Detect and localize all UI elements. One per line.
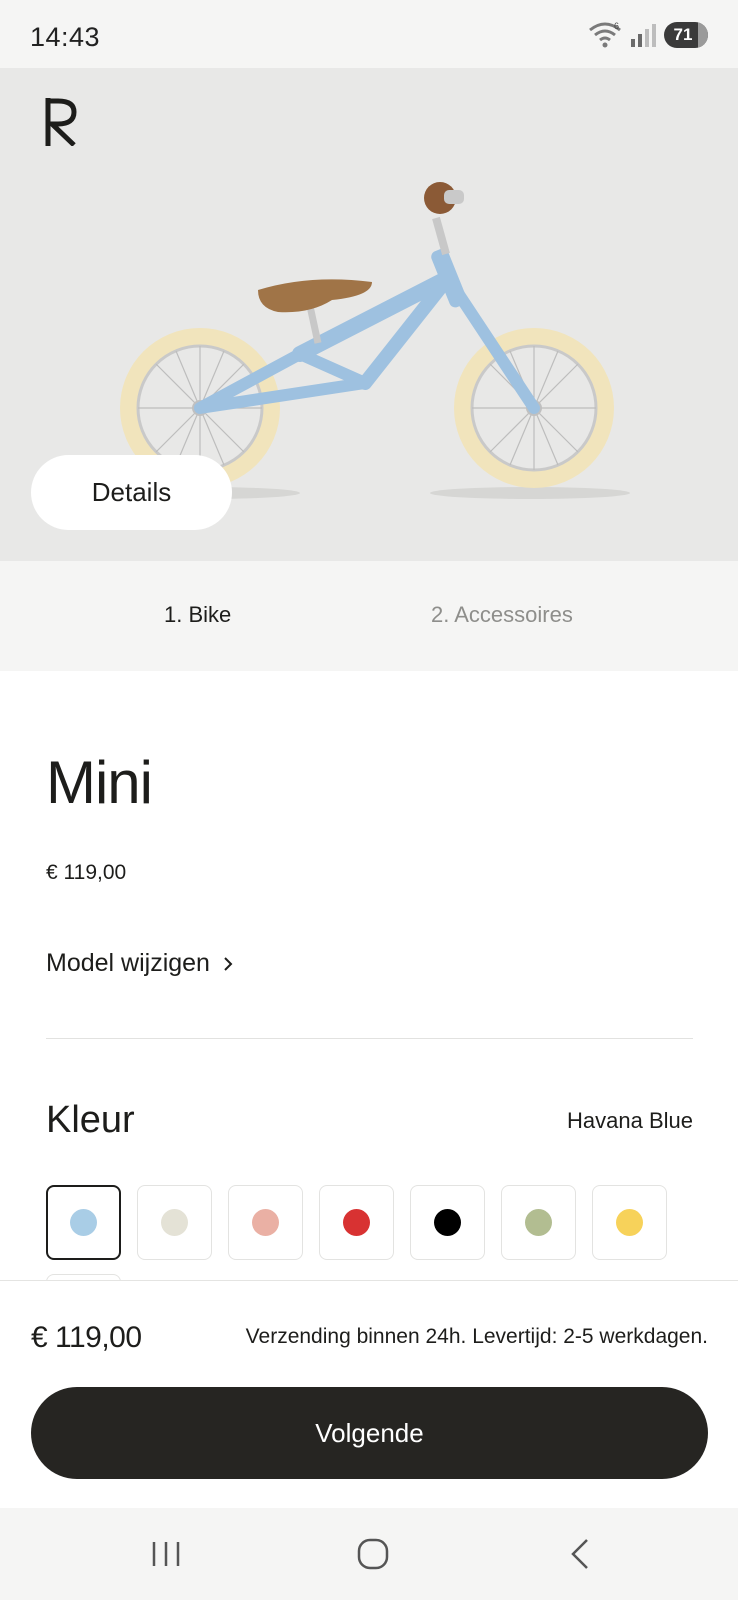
color-swatch[interactable]	[46, 1185, 121, 1260]
wifi-icon: 6	[589, 22, 621, 48]
color-swatch[interactable]	[228, 1185, 303, 1260]
system-nav-bar	[0, 1508, 738, 1600]
selected-color-name: Havana Blue	[567, 1108, 693, 1133]
home-icon	[357, 1538, 389, 1570]
battery-icon: 71	[664, 22, 708, 48]
shipping-info: Verzending binnen 24h. Levertijd: 2-5 we…	[245, 1325, 708, 1348]
checkout-steps: 1. Bike 2. Accessoires	[0, 561, 738, 671]
color-swatch-dot	[343, 1209, 370, 1236]
step-bike[interactable]: 1. Bike	[164, 602, 231, 628]
checkout-footer: € 119,00 Verzending binnen 24h. Levertij…	[0, 1280, 738, 1508]
color-swatch[interactable]	[410, 1185, 485, 1260]
next-button[interactable]: Volgende	[31, 1387, 708, 1479]
product-hero: Details	[0, 68, 738, 561]
details-button[interactable]: Details	[31, 455, 232, 530]
brand-logo-icon	[45, 98, 77, 146]
recent-apps-icon	[152, 1542, 180, 1566]
color-swatch-dot	[434, 1209, 461, 1236]
product-price: € 119,00	[46, 861, 127, 884]
divider	[46, 1038, 693, 1039]
chevron-right-icon	[224, 956, 233, 971]
svg-text:6: 6	[614, 22, 619, 31]
home-button[interactable]	[343, 1530, 403, 1578]
footer-price: € 119,00	[31, 1321, 142, 1354]
color-swatch-dot	[252, 1209, 279, 1236]
status-icons: 6 71	[588, 20, 708, 50]
color-swatches	[46, 1185, 667, 1260]
color-swatch[interactable]	[592, 1185, 667, 1260]
color-swatch-dot	[616, 1209, 643, 1236]
color-swatch-dot	[70, 1209, 97, 1236]
color-swatch-dot	[525, 1209, 552, 1236]
color-swatch[interactable]	[319, 1185, 394, 1260]
color-swatch-dot	[161, 1209, 188, 1236]
recent-apps-button[interactable]	[136, 1530, 196, 1578]
back-button[interactable]	[550, 1530, 610, 1578]
step-accessories[interactable]: 2. Accessoires	[431, 602, 573, 628]
color-heading: Kleur	[46, 1099, 135, 1141]
color-swatch[interactable]	[501, 1185, 576, 1260]
status-bar: 14:43 6 71	[0, 0, 738, 68]
signal-icon	[631, 24, 656, 47]
color-swatch[interactable]	[137, 1185, 212, 1260]
product-title: Mini	[46, 749, 153, 816]
change-model-link[interactable]: Model wijzigen	[46, 949, 234, 978]
back-icon	[571, 1539, 588, 1569]
status-time: 14:43	[30, 22, 101, 52]
change-model-label: Model wijzigen	[46, 949, 210, 977]
battery-level: 71	[673, 25, 693, 44]
